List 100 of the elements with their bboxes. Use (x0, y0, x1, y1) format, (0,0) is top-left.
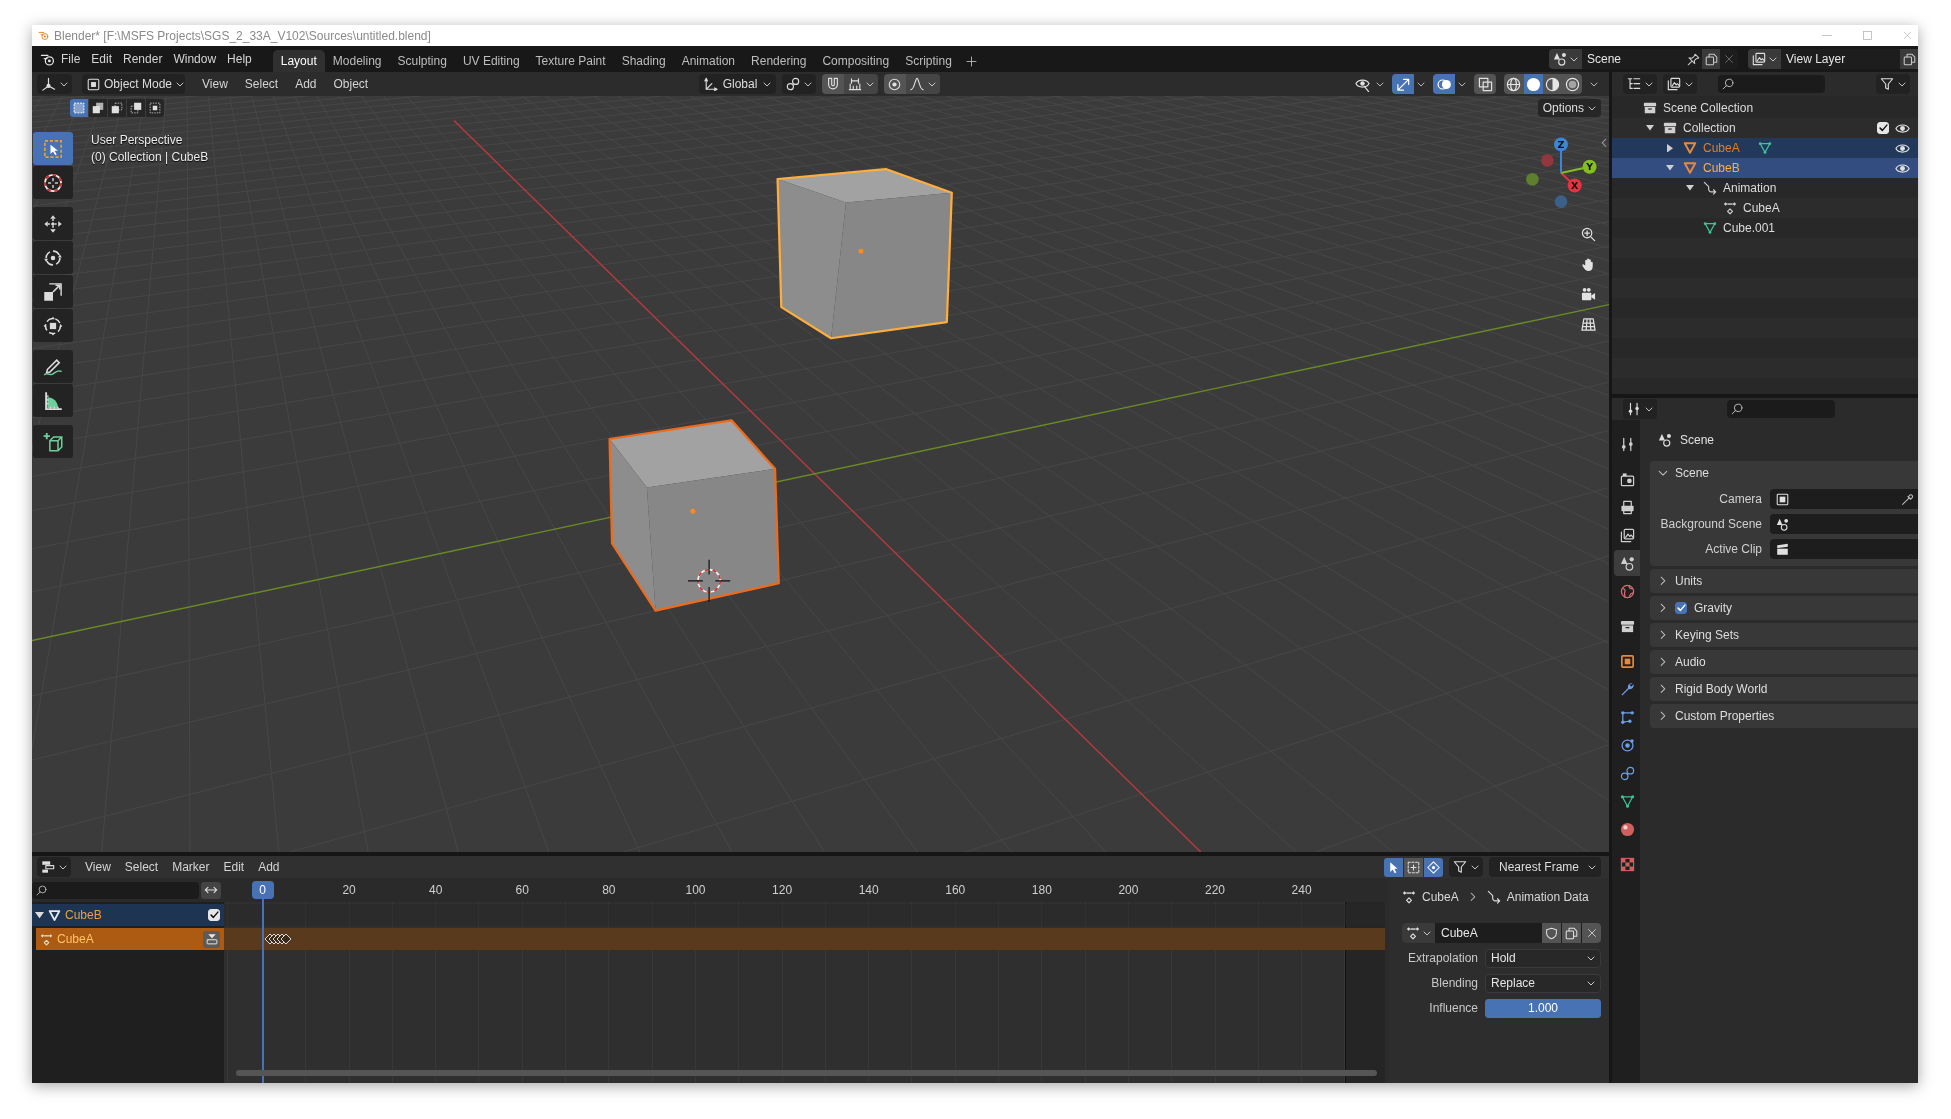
panel-header[interactable]: Rigid Body World (1650, 677, 1918, 701)
tool-button[interactable] (33, 207, 73, 240)
workspace-tab[interactable]: Shading (613, 50, 674, 72)
dropdown-field[interactable]: Hold (1485, 948, 1601, 968)
menu-item[interactable]: Edit (217, 857, 251, 877)
menu-item[interactable]: Select (238, 74, 285, 94)
negative-axis-handle[interactable] (1526, 172, 1539, 186)
menu-item[interactable]: Object (327, 74, 375, 94)
tool-button[interactable] (33, 275, 73, 308)
panel-header[interactable]: Audio (1650, 650, 1918, 674)
axis-handle[interactable]: X (1560, 172, 1582, 193)
chevron-left-icon[interactable] (1601, 138, 1607, 148)
tool-button[interactable] (33, 425, 73, 458)
view-layer-name-field[interactable]: View Layer (1781, 52, 1900, 66)
menu-item[interactable]: Marker (166, 857, 216, 877)
workspace-tab[interactable]: Sculpting (389, 50, 455, 72)
options-dropdown[interactable]: Options (1537, 99, 1601, 117)
tool-button[interactable] (33, 384, 73, 417)
3d-viewport[interactable]: Object Mode View Select Add Object Global Options User Perspective (0) Collection | CubeB X Y Z (32, 72, 1609, 852)
tool-button[interactable] (33, 309, 73, 342)
swap-button[interactable] (201, 881, 221, 899)
cube[interactable] (776, 167, 953, 340)
workspace-tab[interactable]: UV Editing (454, 50, 528, 72)
outliner-item[interactable]: CubeB (1612, 158, 1918, 178)
workspace-tab[interactable]: Rendering (743, 50, 815, 72)
editor-type-dropdown[interactable] (1623, 399, 1657, 419)
dropdown-field[interactable]: Replace (1485, 973, 1601, 993)
outliner-item[interactable]: Cube.001 (1612, 218, 1918, 238)
unlink-action-button[interactable] (1582, 923, 1601, 943)
push-down-button[interactable] (203, 930, 220, 948)
horizontal-scrollbar[interactable] (236, 1070, 1377, 1076)
tool-button[interactable] (33, 166, 73, 199)
orientation-dropdown[interactable]: Global (698, 74, 776, 94)
clip-field[interactable] (1770, 539, 1918, 559)
scene-browse-button[interactable] (1549, 49, 1582, 69)
properties-tab[interactable] (1614, 550, 1640, 576)
search-field[interactable] (1727, 400, 1835, 418)
menu-item[interactable]: View (79, 857, 117, 877)
overlays-toggle[interactable] (1433, 74, 1455, 94)
menu-item[interactable]: Edit (86, 48, 118, 70)
cube[interactable] (608, 419, 780, 612)
shading-mode-button[interactable] (1523, 74, 1543, 94)
menu-item[interactable]: View (196, 74, 234, 94)
menu-item[interactable]: Render (118, 48, 168, 70)
show-hidden-toggle[interactable] (1404, 857, 1423, 877)
negative-axis-handle[interactable] (1541, 154, 1554, 167)
camera-field[interactable] (1770, 489, 1918, 509)
only-selected-toggle[interactable] (1384, 857, 1403, 877)
axis-handle[interactable]: Y (1560, 159, 1597, 174)
fake-user-button[interactable] (1542, 923, 1561, 943)
outliner-item[interactable]: Animation (1612, 178, 1918, 198)
workspace-tab[interactable]: Compositing (814, 50, 898, 72)
workspace-tab[interactable]: Texture Paint (527, 50, 614, 72)
new-action-button[interactable] (1562, 923, 1581, 943)
search-field[interactable] (1718, 75, 1825, 93)
checkbox[interactable] (1675, 602, 1687, 614)
scene-field[interactable] (1770, 514, 1918, 534)
channel-row[interactable]: CubeB (32, 904, 224, 926)
menu-item[interactable]: Add (252, 857, 286, 877)
scene-name-field[interactable]: Scene (1582, 52, 1684, 66)
panel-header[interactable]: Custom Properties (1650, 704, 1918, 728)
select-mode-button[interactable] (89, 99, 107, 117)
panel-header[interactable]: Units (1650, 569, 1918, 593)
menu-item[interactable]: Select (118, 857, 165, 877)
panel-header[interactable]: Scene (1650, 461, 1918, 485)
outliner-item[interactable]: Collection (1612, 118, 1918, 138)
view-layer-browse-button[interactable] (1748, 49, 1781, 69)
workspace-tab[interactable]: Layout (272, 50, 325, 72)
select-mode-button[interactable] (127, 99, 145, 117)
proportional-edit-toggle[interactable] (883, 74, 906, 94)
menu-item[interactable]: Window (168, 48, 222, 70)
view-layer-dropdown[interactable] (1663, 74, 1697, 94)
workspace-tab[interactable]: Modeling (324, 50, 390, 72)
editor-type-dropdown[interactable] (37, 74, 72, 94)
current-frame-indicator[interactable]: 0 (251, 881, 274, 899)
tool-button[interactable] (33, 241, 73, 274)
display-mode-dropdown[interactable] (1623, 74, 1657, 94)
gizmos-toggle[interactable] (1392, 74, 1414, 94)
filter-dropdown[interactable] (1876, 74, 1910, 94)
filter-dropdown[interactable] (1449, 857, 1483, 877)
snap-target-dropdown[interactable] (843, 74, 878, 94)
select-mode-button[interactable] (108, 99, 126, 117)
missing-nla-toggle[interactable] (1424, 857, 1443, 877)
select-mode-button[interactable] (146, 99, 164, 117)
workspace-tab[interactable]: Scripting (897, 50, 960, 72)
pivot-dropdown[interactable] (781, 74, 816, 94)
panel-header[interactable]: Gravity (1650, 596, 1918, 620)
action-browse-button[interactable] (1402, 923, 1435, 943)
search-field[interactable] (32, 881, 199, 899)
menu-item[interactable]: Add (289, 74, 323, 94)
outliner-item[interactable]: CubeA (1612, 138, 1918, 158)
snap-toggle[interactable] (821, 74, 844, 94)
negative-axis-handle[interactable] (1554, 195, 1568, 208)
panel-header[interactable]: Keying Sets (1650, 623, 1918, 647)
falloff-dropdown[interactable] (905, 74, 940, 94)
menu-item[interactable]: File (56, 48, 86, 70)
menu-item[interactable]: Help (222, 48, 257, 70)
mode-dropdown[interactable]: Object Mode (82, 74, 185, 94)
editor-type-dropdown[interactable] (37, 857, 71, 877)
outliner-item[interactable]: Scene Collection (1612, 98, 1918, 118)
